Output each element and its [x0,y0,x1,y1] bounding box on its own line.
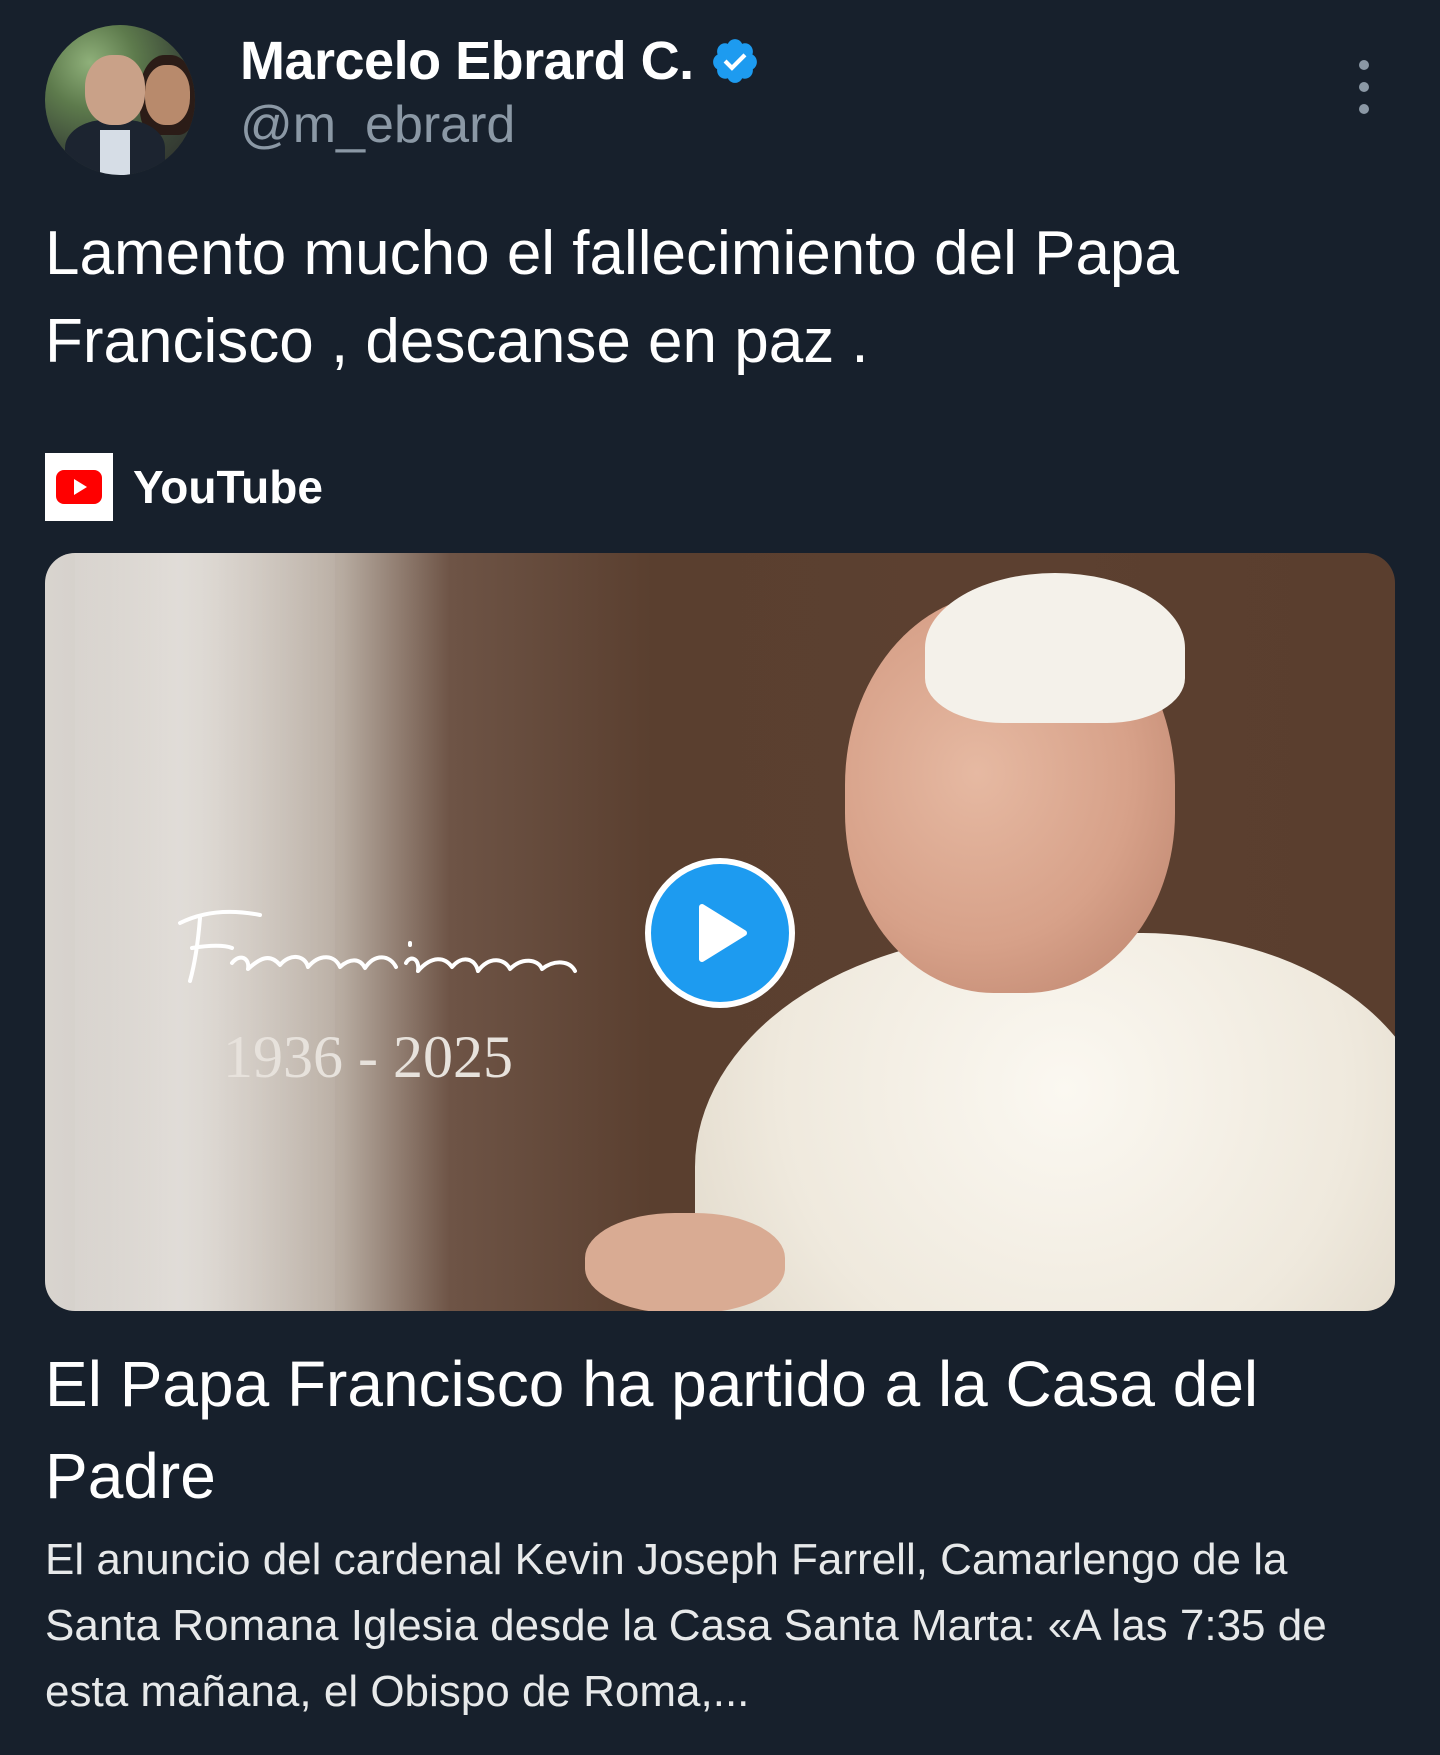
avatar-shirt [100,130,130,175]
play-icon [699,904,747,962]
avatar[interactable] [45,25,195,175]
more-options-icon[interactable] [1352,60,1376,114]
youtube-logo-icon [45,453,113,521]
card-description: El anuncio del cardenal Kevin Joseph Far… [45,1535,1327,1716]
verified-badge-icon [712,39,757,83]
tweet: Marcelo Ebrard C. @m_ebrard Lamento much… [0,0,1440,1755]
more-dot [1359,60,1369,70]
author-name-row[interactable]: Marcelo Ebrard C. [240,30,760,92]
avatar-face [85,55,145,125]
thumbnail-years: 1936 - 2025 [223,1024,513,1090]
thumbnail-hands [585,1213,785,1311]
author-display-name[interactable]: Marcelo Ebrard C. [240,30,694,92]
signature-franciscus [178,909,577,983]
tweet-text: Lamento mucho el fallecimiento del Papa … [45,219,1179,376]
play-button[interactable] [645,858,795,1008]
link-source[interactable]: YouTube [45,453,323,521]
avatar-face-secondary [145,65,190,125]
author-handle[interactable]: @m_ebrard [240,95,515,155]
thumbnail-zucchetto [925,573,1185,723]
source-name: YouTube [133,461,323,513]
more-dot [1359,82,1369,92]
more-dot [1359,104,1369,114]
video-thumbnail[interactable]: 1936 - 2025 [45,553,1395,1311]
youtube-play-glyph-icon [56,470,102,504]
card-title[interactable]: El Papa Francisco ha partido a la Casa d… [45,1338,1405,1522]
